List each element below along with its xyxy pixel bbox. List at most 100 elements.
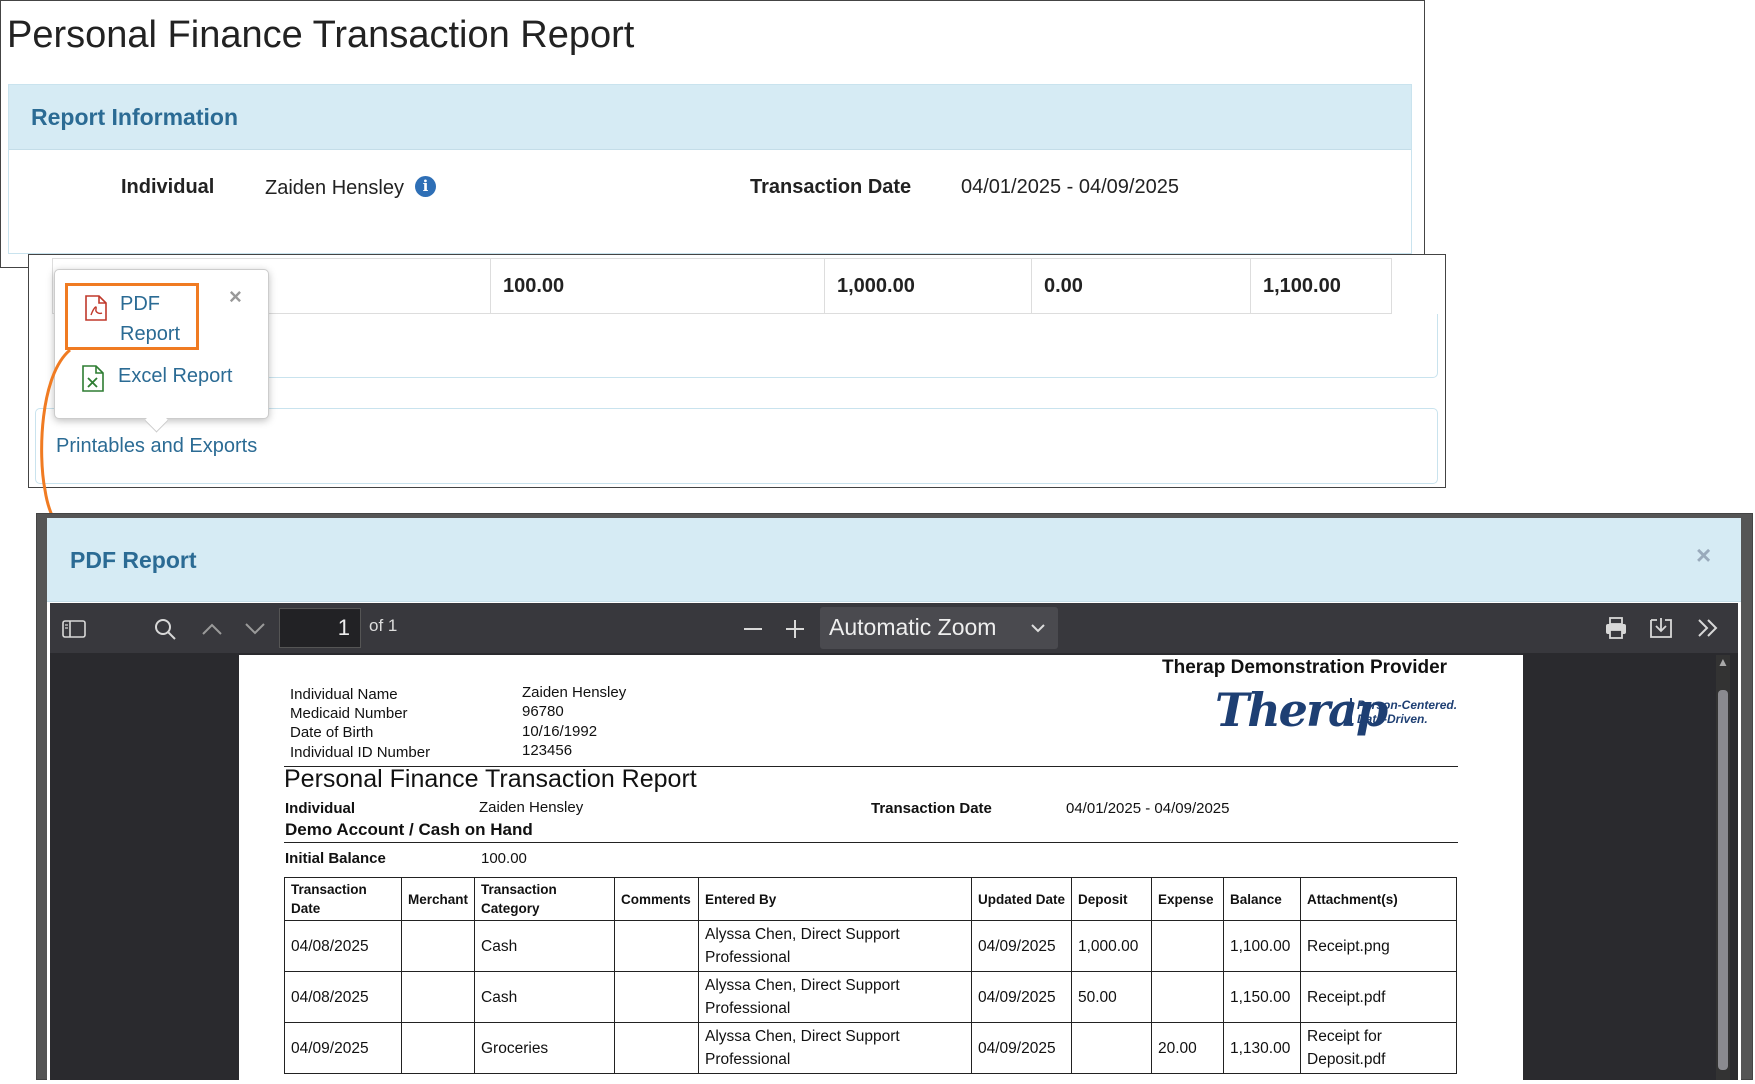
pdf-dialog-header xyxy=(47,518,1741,602)
table-cell: 04/08/2025 xyxy=(284,920,402,972)
therap-tagline: Person-Centered. Data-Driven. xyxy=(1350,698,1457,726)
table-row: 04/08/2025 Cash Alyssa Chen, Direct Supp… xyxy=(284,920,1457,972)
column-header: Comments xyxy=(614,877,699,921)
table-cell xyxy=(1071,1022,1152,1074)
table-cell xyxy=(614,920,699,972)
table-cell: 04/09/2025 xyxy=(971,1022,1072,1074)
report-information-header: Report Information xyxy=(9,85,1411,150)
scroll-up-arrow-icon[interactable]: ▲ xyxy=(1717,655,1729,669)
table-cell: 04/09/2025 xyxy=(971,971,1072,1023)
page-count: of 1 xyxy=(369,616,398,635)
table-cell xyxy=(614,971,699,1023)
pdf-dialog-title: PDF Report xyxy=(70,547,197,573)
column-header: Deposit xyxy=(1071,877,1152,921)
demographic-value: 123456 xyxy=(522,742,573,759)
tools-icon[interactable] xyxy=(1697,618,1719,638)
initial-balance-value: 100.00 xyxy=(481,850,527,867)
pdf-transaction-date-value: 04/01/2025 - 04/09/2025 xyxy=(1066,800,1230,817)
pdf-report-title: Personal Finance Transaction Report xyxy=(284,765,697,793)
table-cell: Alyssa Chen, Direct Support Professional xyxy=(698,971,972,1023)
pdf-transaction-date-label: Transaction Date xyxy=(871,800,992,817)
chevron-up-icon[interactable] xyxy=(201,622,223,636)
chevron-down-icon[interactable] xyxy=(244,622,266,636)
table-cell: 1,150.00 xyxy=(1223,971,1301,1023)
pdf-report-option[interactable]: PDF Report xyxy=(65,283,199,350)
download-icon[interactable] xyxy=(1648,616,1674,640)
table-cell xyxy=(1151,971,1224,1023)
table-cell: 20.00 xyxy=(1151,1022,1224,1074)
dialog-close-icon[interactable]: × xyxy=(1696,540,1711,571)
initial-balance-label: Initial Balance xyxy=(285,850,386,867)
excel-report-label: Excel Report xyxy=(118,365,233,387)
zoom-out-icon[interactable] xyxy=(742,621,764,637)
pdf-individual-value: Zaiden Hensley xyxy=(479,799,584,816)
column-header: Balance xyxy=(1223,877,1301,921)
table-cell xyxy=(614,1022,699,1074)
zoom-value: Automatic Zoom xyxy=(829,614,997,640)
transactions-table: Transaction Date Merchant Transaction Ca… xyxy=(284,877,1457,1074)
column-header: Updated Date xyxy=(971,877,1072,921)
totals-balance: 1,100.00 xyxy=(1250,259,1392,313)
table-header-row: Transaction Date Merchant Transaction Ca… xyxy=(284,877,1457,921)
demographic-label: Individual ID Number xyxy=(290,744,431,761)
print-icon[interactable] xyxy=(1604,616,1628,640)
demographic-label: Date of Birth xyxy=(290,724,374,741)
totals-deposit: 1,000.00 xyxy=(824,259,1031,313)
zoom-chevron-down-icon xyxy=(1031,624,1045,633)
table-cell: Alyssa Chen, Direct Support Professional xyxy=(698,920,972,972)
table-cell xyxy=(401,920,475,972)
table-cell: Cash xyxy=(474,920,615,972)
table-row: 04/08/2025 Cash Alyssa Chen, Direct Supp… xyxy=(284,971,1457,1023)
table-cell: 1,100.00 xyxy=(1223,920,1301,972)
report-information-card: Report Information xyxy=(8,84,1412,254)
table-cell: 1,000.00 xyxy=(1071,920,1152,972)
table-cell xyxy=(401,971,475,1023)
demographic-label: Medicaid Number xyxy=(290,705,408,722)
table-cell: Receipt.png xyxy=(1300,920,1457,972)
page-number-input[interactable]: 1 xyxy=(279,608,361,648)
table-cell: Cash xyxy=(474,971,615,1023)
report-information-title: Report Information xyxy=(31,104,238,130)
column-header: Expense xyxy=(1151,877,1224,921)
table-cell: Receipt.pdf xyxy=(1300,971,1457,1023)
table-cell: Receipt for Deposit.pdf xyxy=(1300,1022,1457,1074)
sidebar-toggle-icon[interactable] xyxy=(62,619,86,639)
printables-and-exports-link[interactable]: Printables and Exports xyxy=(56,435,257,458)
popover-close-icon[interactable]: × xyxy=(229,284,242,310)
tagline-line-2: Data-Driven. xyxy=(1357,712,1428,726)
table-cell: 04/08/2025 xyxy=(284,971,402,1023)
pdf-report-label: PDF Report xyxy=(120,293,181,345)
excel-file-icon xyxy=(82,365,104,392)
page-title: Personal Finance Transaction Report xyxy=(7,14,635,56)
zoom-in-icon[interactable] xyxy=(784,618,806,640)
table-cell: 04/09/2025 xyxy=(284,1022,402,1074)
table-cell: 1,130.00 xyxy=(1223,1022,1301,1074)
individual-label: Individual xyxy=(121,176,215,198)
tagline-line-1: Person-Centered. xyxy=(1357,698,1458,712)
column-header: Entered By xyxy=(698,877,972,921)
individual-value: Zaiden Hensley xyxy=(265,177,404,199)
demographic-value: 96780 xyxy=(522,703,564,720)
pdf-scroll-thumb[interactable] xyxy=(1718,690,1728,1070)
column-header: Attachment(s) xyxy=(1300,877,1457,921)
table-cell: 04/09/2025 xyxy=(971,920,1072,972)
table-cell: Groceries xyxy=(474,1022,615,1074)
totals-expense: 0.00 xyxy=(1031,259,1250,313)
transaction-date-value: 04/01/2025 - 04/09/2025 xyxy=(961,176,1179,198)
table-row: 04/09/2025 Groceries Alyssa Chen, Direct… xyxy=(284,1022,1457,1074)
table-cell: Alyssa Chen, Direct Support Professional xyxy=(698,1022,972,1074)
divider xyxy=(284,842,1458,843)
column-header: Merchant xyxy=(401,877,475,921)
search-icon[interactable] xyxy=(153,617,177,641)
demographic-label: Individual Name xyxy=(290,686,398,703)
table-cell xyxy=(401,1022,475,1074)
pdf-account-name: Demo Account / Cash on Hand xyxy=(285,820,533,839)
pdf-individual-label: Individual xyxy=(285,800,356,817)
column-header: Transaction Date xyxy=(284,877,402,921)
demographic-value: 10/16/1992 xyxy=(522,723,598,740)
column-header: Transaction Category xyxy=(474,877,615,921)
demographic-value: Zaiden Hensley xyxy=(522,684,627,701)
table-cell xyxy=(1151,920,1224,972)
info-icon[interactable]: i xyxy=(415,176,436,197)
transaction-date-label: Transaction Date xyxy=(750,176,912,198)
